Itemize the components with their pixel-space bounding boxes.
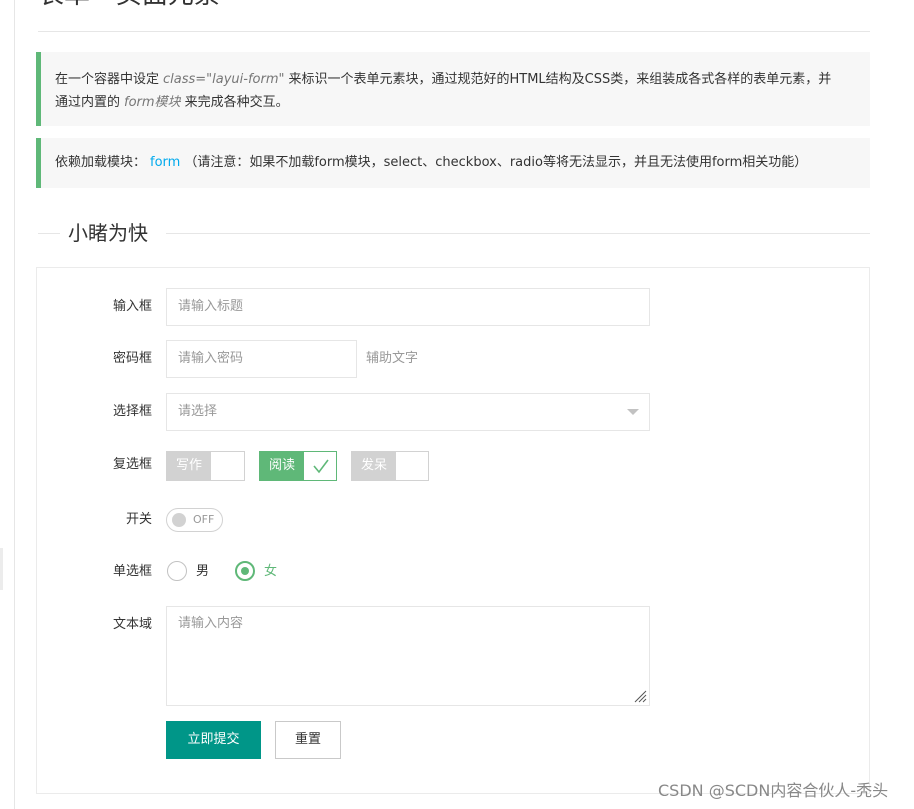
intro-text-after: 来完成各种交互。 [184, 95, 289, 110]
radio-female[interactable] [235, 561, 255, 581]
radio-female-label[interactable]: 女 [264, 560, 277, 584]
textarea-field-label: 文本域 [112, 617, 152, 632]
side-scroll-tab[interactable] [0, 548, 3, 590]
radio-male[interactable] [167, 561, 187, 581]
textarea-placeholder: 请输入内容 [178, 616, 244, 631]
title-field-label: 输入框 [112, 299, 152, 314]
password-input-placeholder: 请输入密码 [178, 351, 244, 366]
intro-module-code: form模块 [124, 95, 181, 110]
form-module-link[interactable]: form [146, 155, 184, 170]
dependency-prefix: 依赖加载模块： [55, 155, 147, 170]
checkbox-writing[interactable]: 写作 [166, 451, 245, 481]
password-input[interactable]: 请输入密码 [166, 340, 357, 378]
submit-button[interactable]: 立即提交 [166, 721, 261, 759]
resize-grip-icon[interactable] [633, 689, 647, 703]
switch-field-label: 开关 [125, 512, 152, 527]
form-container [36, 267, 870, 794]
title-input[interactable]: 请输入标题 [166, 288, 650, 326]
switch-knob [172, 513, 186, 527]
content-textarea[interactable]: 请输入内容 [166, 606, 650, 706]
page-title: 表单 - 页面元素 [38, 0, 220, 13]
checkbox-daydream-label: 发呆 [352, 452, 397, 480]
radio-group-label: 单选框 [112, 564, 152, 579]
radio-selected-dot [241, 567, 249, 575]
checkbox-reading-label: 阅读 [260, 452, 305, 480]
dependency-warning: （请注意：如果不加载form模块，select、checkbox、radio等将… [184, 155, 808, 170]
password-aux-text: 辅助文字 [366, 351, 419, 366]
page-left-rule [14, 0, 15, 809]
select-field-label: 选择框 [112, 404, 152, 419]
dropdown-arrow-icon [627, 409, 639, 415]
intro-note: 在一个容器中设定 class="layui-form" 来标识一个表单元素块，通过规… [36, 52, 870, 126]
legend-line-left [38, 233, 60, 234]
checkmark-icon [313, 459, 329, 474]
section-legend: 小睹为快 [68, 221, 148, 245]
legend-line-right [166, 233, 870, 234]
checkbox-writing-label: 写作 [167, 452, 212, 480]
reset-button[interactable]: 重置 [275, 721, 341, 759]
watermark: CSDN @SCDN内容合伙人-秃头 [658, 781, 889, 800]
checkbox-reading[interactable]: 阅读 [259, 451, 337, 481]
dependency-note: 依赖加载模块： form （请注意：如果不加载form模块，select、check… [36, 138, 870, 188]
intro-text-before: 在一个容器中设定 [55, 72, 160, 87]
title-input-placeholder: 请输入标题 [178, 299, 244, 314]
checkbox-daydream[interactable]: 发呆 [351, 451, 429, 481]
select-placeholder: 请选择 [178, 404, 218, 419]
title-divider [38, 31, 870, 32]
password-field-label: 密码框 [112, 351, 152, 366]
checkbox-group-label: 复选框 [112, 457, 152, 472]
switch-toggle[interactable]: OFF [166, 508, 223, 532]
select-dropdown[interactable]: 请选择 [166, 393, 650, 431]
switch-state-text: OFF [193, 513, 215, 526]
radio-male-label[interactable]: 男 [196, 560, 209, 584]
intro-class-code: class="layui-form" [163, 72, 285, 87]
